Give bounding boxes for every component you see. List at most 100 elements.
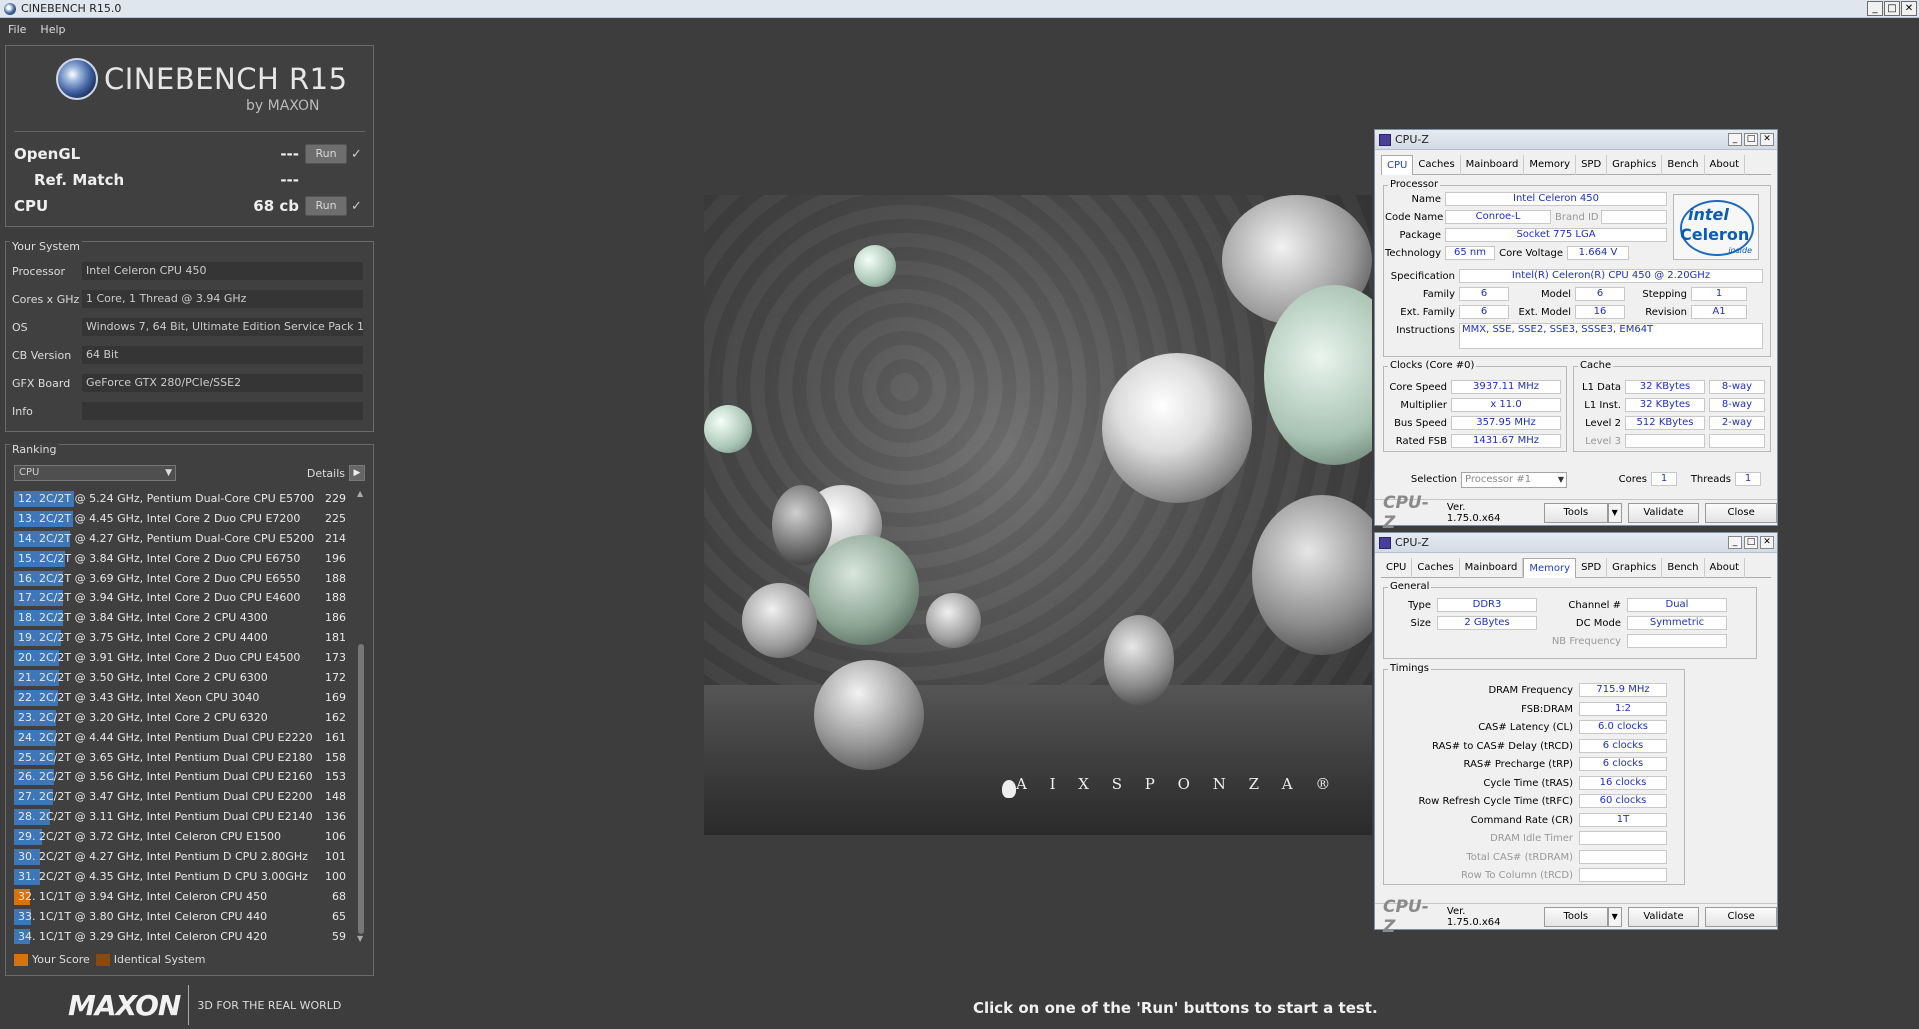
timing-value: 1T [1579, 812, 1667, 827]
processor-group-title: Processor [1388, 179, 1441, 190]
cpu-checkmark-icon[interactable]: ✓ [351, 199, 365, 214]
bus-speed-field: 357.95 MHz [1451, 416, 1561, 430]
your-system-title: Your System [10, 240, 82, 253]
tab-mainboard[interactable]: Mainboard [1460, 558, 1524, 578]
processor-select[interactable]: Processor #1 ▼ [1461, 472, 1567, 488]
tab-caches[interactable]: Caches [1413, 155, 1461, 175]
ranking-row[interactable]: 15. 2C/2T @ 3.84 GHz, Intel Core 2 Duo C… [14, 549, 350, 569]
ranking-row-score: 169 [325, 690, 346, 704]
ranking-row[interactable]: 24. 2C/2T @ 4.44 GHz, Intel Pentium Dual… [14, 728, 350, 748]
ranking-row[interactable]: 25. 2C/2T @ 3.65 GHz, Intel Pentium Dual… [14, 748, 350, 768]
ranking-row[interactable]: 18. 2C/2T @ 3.84 GHz, Intel Core 2 CPU 4… [14, 608, 350, 628]
tools-dropdown-icon[interactable]: ▼ [1607, 906, 1622, 927]
close-button[interactable]: ✕ [1901, 1, 1917, 16]
tab-graphics[interactable]: Graphics [1607, 155, 1663, 175]
brandid-label: Brand ID [1555, 212, 1599, 223]
tab-bench[interactable]: Bench [1662, 155, 1705, 175]
tab-mainboard[interactable]: Mainboard [1461, 155, 1525, 175]
timing-value: 60 clocks [1579, 794, 1667, 808]
ranking-category-select[interactable]: CPU ▼ [14, 465, 176, 481]
tab-about[interactable]: About [1705, 558, 1746, 578]
package-field: Socket 775 LGA [1445, 228, 1667, 242]
ranking-row[interactable]: 21. 2C/2T @ 3.50 GHz, Intel Core 2 CPU 6… [14, 668, 350, 688]
opengl-checkmark-icon[interactable]: ✓ [351, 147, 365, 162]
menu-help[interactable]: Help [40, 23, 65, 36]
tools-button[interactable]: Tools [1543, 502, 1608, 523]
validate-button[interactable]: Validate [1627, 502, 1700, 523]
l1i-field: 32 KBytes [1625, 398, 1705, 412]
cpuz-close-button[interactable]: ✕ [1760, 133, 1774, 146]
close-button[interactable]: Close [1705, 906, 1778, 927]
details-label: Details [306, 466, 345, 480]
ranking-row[interactable]: 26. 2C/2T @ 3.56 GHz, Intel Pentium Dual… [14, 767, 350, 787]
ranking-row[interactable]: 12. 2C/2T @ 5.24 GHz, Pentium Dual-Core … [14, 489, 350, 509]
ranking-row[interactable]: 13. 2C/2T @ 4.45 GHz, Intel Core 2 Duo C… [14, 509, 350, 529]
opengl-run-button[interactable]: Run [305, 144, 347, 164]
tab-caches[interactable]: Caches [1412, 558, 1460, 578]
ranking-row[interactable]: 31. 2C/2T @ 4.35 GHz, Intel Pentium D CP… [14, 867, 350, 887]
inside-tag: inside [1728, 246, 1752, 255]
minimize-button[interactable]: _ [1867, 1, 1883, 16]
aixsponza-logo-icon [1002, 780, 1016, 798]
scroll-down-icon[interactable]: ▼ [357, 934, 363, 943]
your-score-swatch [14, 953, 28, 966]
cpuz-maximize-button[interactable]: □ [1744, 536, 1758, 549]
tab-memory[interactable]: Memory [1523, 558, 1577, 578]
ranking-row[interactable]: 33. 1C/1T @ 3.80 GHz, Intel Celeron CPU … [14, 907, 350, 927]
ranking-panel: Ranking CPU ▼ Details ▶ 12. 2C/2T @ 5.24… [5, 443, 374, 976]
ranking-row-score: 59 [332, 929, 346, 943]
ranking-row[interactable]: 19. 2C/2T @ 3.75 GHz, Intel Core 2 CPU 4… [14, 628, 350, 648]
tab-spd[interactable]: SPD [1576, 558, 1608, 578]
ranking-row[interactable]: 23. 2C/2T @ 3.20 GHz, Intel Core 2 CPU 6… [14, 708, 350, 728]
cpuz-maximize-button[interactable]: □ [1744, 133, 1758, 146]
scroll-up-icon[interactable]: ▲ [357, 489, 363, 498]
ranking-row-score: 181 [325, 631, 346, 645]
ranking-row[interactable]: 29. 2C/2T @ 3.72 GHz, Intel Celeron CPU … [14, 827, 350, 847]
cpuz-close-button[interactable]: ✕ [1760, 536, 1774, 549]
ranking-row[interactable]: 30. 2C/2T @ 4.27 GHz, Intel Pentium D CP… [14, 847, 350, 867]
ranking-scrollbar[interactable]: ▲ ▼ [356, 489, 366, 943]
menu-file[interactable]: File [8, 23, 26, 36]
ranking-row[interactable]: 16. 2C/2T @ 3.69 GHz, Intel Core 2 Duo C… [14, 569, 350, 589]
tools-button[interactable]: Tools [1543, 906, 1608, 927]
name-label: Name [1411, 194, 1441, 205]
tab-cpu[interactable]: CPU [1381, 155, 1414, 175]
scroll-thumb[interactable] [358, 644, 364, 934]
ranking-row[interactable]: 22. 2C/2T @ 3.43 GHz, Intel Xeon CPU 304… [14, 688, 350, 708]
ranking-row[interactable]: 27. 2C/2T @ 3.47 GHz, Intel Pentium Dual… [14, 787, 350, 807]
ranking-list: 12. 2C/2T @ 5.24 GHz, Pentium Dual-Core … [14, 489, 350, 946]
tab-memory[interactable]: Memory [1524, 155, 1577, 175]
tab-cpu[interactable]: CPU [1381, 558, 1413, 578]
ranking-row-text: 16. 2C/2T @ 3.69 GHz, Intel Core 2 Duo C… [18, 571, 301, 585]
tab-about[interactable]: About [1705, 155, 1746, 175]
ranking-row-score: 148 [325, 790, 346, 804]
ranking-row[interactable]: 20. 2C/2T @ 3.91 GHz, Intel Core 2 Duo C… [14, 648, 350, 668]
ranking-row[interactable]: 28. 2C/2T @ 3.11 GHz, Intel Pentium Dual… [14, 807, 350, 827]
model-label: Model [1540, 289, 1571, 300]
timing-value: 715.9 MHz [1579, 683, 1667, 697]
maximize-button[interactable]: □ [1884, 1, 1900, 16]
cpuz-minimize-button[interactable]: _ [1728, 133, 1742, 146]
package-label: Package [1399, 230, 1441, 241]
system-key: GFX Board [12, 376, 71, 390]
cpuz-minimize-button[interactable]: _ [1728, 536, 1742, 549]
tab-bench[interactable]: Bench [1662, 558, 1705, 578]
nb-frequency-label: NB Frequency [1551, 636, 1621, 647]
system-value: Windows 7, 64 Bit, Ultimate Edition Serv… [82, 318, 363, 336]
ranking-row-score: 173 [325, 651, 346, 665]
ranking-row[interactable]: 17. 2C/2T @ 3.94 GHz, Intel Core 2 Duo C… [14, 588, 350, 608]
ranking-row[interactable]: 14. 2C/2T @ 4.27 GHz, Pentium Dual-Core … [14, 529, 350, 549]
ranking-row-text: 30. 2C/2T @ 4.27 GHz, Intel Pentium D CP… [18, 850, 308, 864]
tab-graphics[interactable]: Graphics [1607, 558, 1663, 578]
details-arrow-button[interactable]: ▶ [349, 465, 365, 481]
info-field[interactable] [82, 402, 363, 420]
ranking-row-score: 65 [332, 909, 346, 923]
validate-button[interactable]: Validate [1627, 906, 1700, 927]
ranking-row[interactable]: 34. 1C/1T @ 3.29 GHz, Intel Celeron CPU … [14, 927, 350, 947]
close-button[interactable]: Close [1705, 502, 1778, 523]
tab-spd[interactable]: SPD [1576, 155, 1608, 175]
ranking-row-your-score[interactable]: 32. 1C/1T @ 3.94 GHz, Intel Celeron CPU … [14, 887, 350, 907]
system-key: CB Version [12, 348, 72, 362]
tools-dropdown-icon[interactable]: ▼ [1607, 502, 1622, 523]
cpu-run-button[interactable]: Run [305, 196, 347, 216]
